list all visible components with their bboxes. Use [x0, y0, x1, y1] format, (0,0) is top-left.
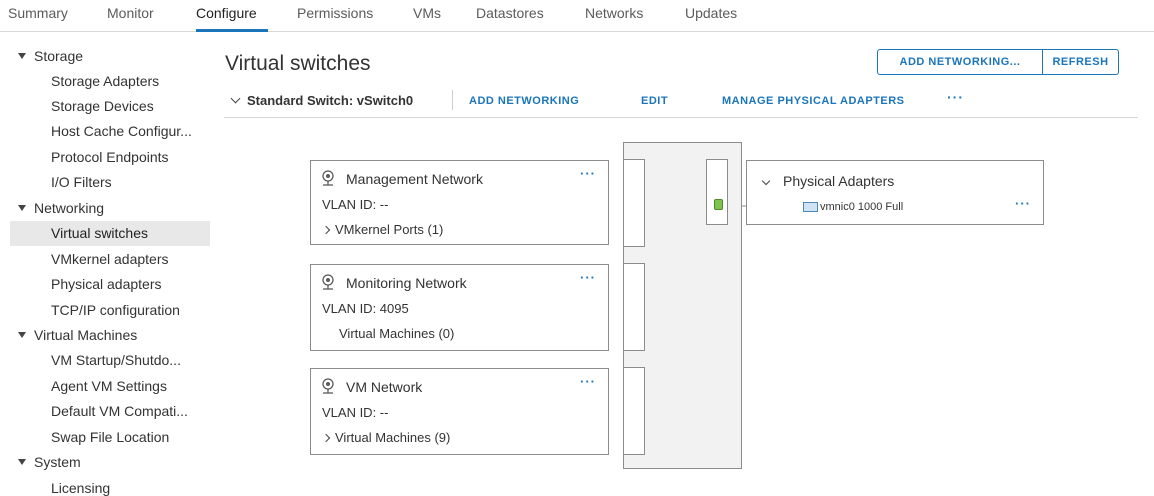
port-group-more-button[interactable]: ··· — [580, 166, 596, 181]
tab-monitor[interactable]: Monitor — [107, 5, 154, 21]
port-group-more-button[interactable]: ··· — [580, 270, 596, 285]
port-group-subsection-label: VMkernel Ports (1) — [335, 222, 444, 237]
main-panel: Virtual switches ADD NETWORKING... REFRE… — [224, 44, 1154, 496]
tab-vms[interactable]: VMs — [413, 5, 441, 21]
physical-adapters-panel: Physical Adapters vmnic0 1000 Full ··· — [746, 160, 1044, 225]
sidebar-item-label: Swap File Location — [51, 429, 170, 445]
port-group-subsection-toggle[interactable]: VMkernel Ports (1) — [321, 222, 444, 237]
network-icon — [322, 378, 334, 394]
sidebar-item-label: I/O Filters — [51, 174, 112, 190]
chevron-right-icon — [321, 433, 331, 443]
port-group-vm-network[interactable]: VM Network ··· VLAN ID: -- Virtual Machi… — [310, 368, 609, 455]
caret-down-icon — [18, 459, 26, 466]
sidebar-item-label: VMkernel adapters — [51, 251, 169, 267]
vswitch-diagram — [623, 142, 742, 469]
port-group-stub — [623, 367, 645, 455]
port-group-vlan: VLAN ID: -- — [322, 197, 389, 212]
sidebar-item-host-cache[interactable]: Host Cache Configur... — [10, 119, 210, 144]
port-group-subsection-toggle[interactable]: Virtual Machines (9) — [321, 430, 451, 445]
network-icon — [322, 274, 334, 290]
sidebar-item-storage-adapters[interactable]: Storage Adapters — [10, 69, 210, 94]
sidebar-item-tcpip-configuration[interactable]: TCP/IP configuration — [10, 298, 210, 323]
physical-adapter-item[interactable]: vmnic0 1000 Full — [803, 201, 903, 213]
sidebar-group-system[interactable]: System — [10, 450, 210, 475]
sidebar-group-virtual-machines[interactable]: Virtual Machines — [10, 323, 210, 348]
top-tabs: Summary Monitor Configure Permissions VM… — [0, 0, 1154, 32]
port-group-name: Management Network — [346, 171, 483, 187]
port-group-more-button[interactable]: ··· — [580, 374, 596, 389]
tab-networks[interactable]: Networks — [585, 5, 643, 21]
physical-adapter-more-button[interactable]: ··· — [1015, 196, 1031, 211]
sidebar-group-networking[interactable]: Networking — [10, 196, 210, 221]
port-group-subsection-label: Virtual Machines (9) — [335, 430, 451, 445]
port-group-vlan: VLAN ID: -- — [322, 405, 389, 420]
caret-down-icon — [18, 53, 26, 60]
sidebar-item-label: Agent VM Settings — [51, 378, 167, 394]
sidebar-item-label: Physical adapters — [51, 276, 162, 292]
physical-adapter-label: vmnic0 1000 Full — [820, 201, 904, 213]
sidebar-item-label: TCP/IP configuration — [51, 302, 180, 318]
sidebar-item-virtual-switches[interactable]: Virtual switches — [10, 221, 210, 246]
port-group-stub — [623, 159, 645, 247]
network-icon — [322, 170, 334, 186]
uplink-port-icon — [714, 199, 723, 210]
tab-summary[interactable]: Summary — [8, 5, 68, 21]
sidebar-item-io-filters[interactable]: I/O Filters — [10, 170, 210, 195]
sidebar-group-label: Storage — [34, 48, 84, 64]
sidebar-item-label: Host Cache Configur... — [51, 123, 192, 139]
sidebar-group-storage[interactable]: Storage — [10, 44, 210, 69]
sidebar-item-protocol-endpoints[interactable]: Protocol Endpoints — [10, 145, 210, 170]
sidebar-item-vmkernel-adapters[interactable]: VMkernel adapters — [10, 247, 210, 272]
sidebar-item-licensing[interactable]: Licensing — [10, 476, 210, 496]
sidebar-item-storage-devices[interactable]: Storage Devices — [10, 94, 210, 119]
physical-adapters-title: Physical Adapters — [783, 173, 895, 189]
port-group-monitoring-network[interactable]: Monitoring Network ··· VLAN ID: 4095 Vir… — [310, 264, 609, 351]
sidebar-item-label: Storage Adapters — [51, 73, 160, 89]
port-group-name: VM Network — [346, 379, 423, 395]
port-group-subsection-label: Virtual Machines (0) — [339, 326, 455, 341]
sidebar-item-label: Virtual switches — [51, 225, 149, 241]
nic-icon — [803, 202, 818, 213]
port-group-management-network[interactable]: Management Network ··· VLAN ID: -- VMker… — [310, 160, 609, 245]
sidebar-item-physical-adapters[interactable]: Physical adapters — [10, 272, 210, 297]
tab-updates[interactable]: Updates — [685, 5, 737, 21]
caret-down-icon — [18, 332, 26, 339]
sidebar-item-label: VM Startup/Shutdo... — [51, 352, 181, 368]
sidebar-item-label: Default VM Compati... — [51, 403, 188, 419]
sidebar-group-label: Networking — [34, 200, 105, 216]
port-group-name: Monitoring Network — [346, 275, 467, 291]
caret-down-icon — [18, 205, 26, 212]
sidebar-item-default-vm-compatibility[interactable]: Default VM Compati... — [10, 399, 210, 424]
sidebar-group-label: System — [34, 454, 81, 470]
tab-datastores[interactable]: Datastores — [476, 5, 544, 21]
port-group-stub — [623, 263, 645, 351]
active-tab-indicator — [196, 29, 268, 32]
uplink-stub — [706, 159, 728, 225]
chevron-down-icon[interactable] — [761, 176, 771, 186]
sidebar-item-vm-startup-shutdown[interactable]: VM Startup/Shutdo... — [10, 348, 210, 373]
sidebar-group-label: Virtual Machines — [34, 327, 138, 343]
sidebar-item-label: Storage Devices — [51, 98, 154, 114]
port-group-vlan: VLAN ID: 4095 — [322, 301, 409, 316]
tab-configure[interactable]: Configure — [196, 5, 257, 21]
chevron-right-icon — [321, 225, 331, 235]
sidebar-item-agent-vm-settings[interactable]: Agent VM Settings — [10, 374, 210, 399]
sidebar-item-swap-file-location[interactable]: Swap File Location — [10, 425, 210, 450]
sidebar-item-label: Protocol Endpoints — [51, 149, 169, 165]
tab-permissions[interactable]: Permissions — [297, 5, 373, 21]
sidebar-item-label: Licensing — [51, 480, 111, 496]
